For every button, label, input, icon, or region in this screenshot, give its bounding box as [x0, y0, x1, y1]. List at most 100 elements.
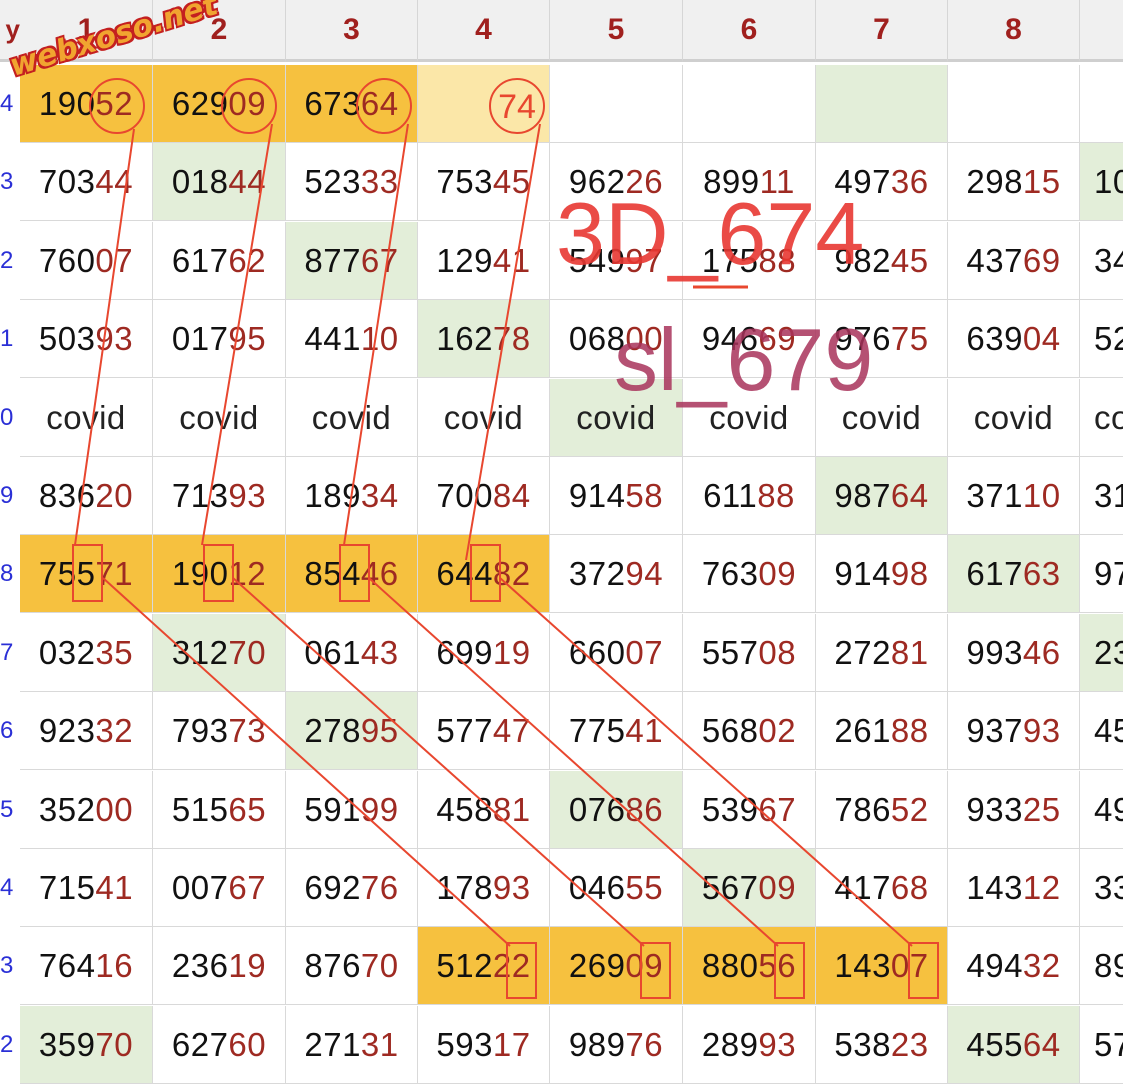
cell-prefix-digits: 57 — [1094, 1025, 1123, 1063]
table-cell: 617 63 — [948, 535, 1080, 613]
cell-prefix-digits: 755 — [38, 554, 96, 592]
cell-last-two-digits: 16 — [95, 946, 134, 984]
column-header[interactable]: 7 — [816, 0, 948, 62]
cell-prefix-digits: 352 — [38, 790, 96, 828]
cell-last-two-digits: 09 — [758, 868, 797, 906]
table-cell: 764 16 — [20, 927, 153, 1005]
table-cell: 703 44 — [20, 143, 153, 221]
cell-last-two-digits: 69 — [1022, 241, 1061, 279]
cell-last-two-digits: 44 — [95, 162, 134, 200]
table-cell: 713 93 — [153, 457, 286, 535]
table-cell: 143 12 — [948, 849, 1080, 927]
cell-last-two-digits: 60 — [228, 1025, 267, 1063]
cell-last-two-digits: 12 — [1022, 868, 1061, 906]
table-cell: 937 93 — [948, 692, 1080, 770]
row-label: 0 — [0, 404, 14, 431]
cell-last-two-digits: 07 — [890, 946, 929, 984]
column-header[interactable]: 3 — [286, 0, 418, 62]
table-cell: 417 68 — [816, 849, 948, 927]
cell-prefix-digits: 923 — [38, 711, 96, 749]
table-cell — [418, 65, 550, 143]
cell-last-two-digits: 67 — [758, 790, 797, 828]
row-label: 2 — [0, 247, 14, 274]
column-header[interactable]: 4 — [418, 0, 550, 62]
table-cell: 178 93 — [418, 849, 550, 927]
cell-prefix-digits: 52 — [1094, 319, 1123, 357]
row-label: 4 — [0, 874, 14, 901]
table-cell — [816, 65, 948, 143]
cell-prefix-digits: 617 — [966, 554, 1023, 592]
table-cell: 018 44 — [153, 143, 286, 221]
cell-prefix-digits: 760 — [38, 241, 96, 279]
cell-last-two-digits: 93 — [228, 476, 267, 514]
cell-prefix-digits: 713 — [171, 476, 229, 514]
column-header[interactable]: 5 — [550, 0, 683, 62]
table-cell — [550, 65, 683, 143]
cell-prefix-digits: 494 — [966, 946, 1023, 984]
cell-prefix-digits: 538 — [834, 1025, 891, 1063]
cell-prefix-digits: 700 — [436, 476, 493, 514]
cell-last-two-digits: 95 — [360, 711, 399, 749]
table-cell: 515 65 — [153, 771, 286, 849]
table-cell — [948, 65, 1080, 143]
cell-last-two-digits: 81 — [492, 790, 531, 828]
cell-prefix-digits: 989 — [568, 1025, 626, 1063]
cell-last-two-digits: 93 — [758, 1025, 797, 1063]
cell-prefix-digits: 937 — [966, 711, 1023, 749]
table-cell: 190 12 — [153, 535, 286, 613]
table-cell: 538 23 — [816, 1006, 948, 1084]
cell-last-two-digits: 52 — [95, 84, 134, 122]
cell-prefix-digits: 236 — [171, 946, 229, 984]
cell-last-two-digits: 88 — [890, 711, 929, 749]
cell-prefix-digits: 753 — [436, 162, 493, 200]
table-cell: 236 19 — [153, 927, 286, 1005]
table-cell: 298 15 — [948, 143, 1080, 221]
cell-last-two-digits: 52 — [890, 790, 929, 828]
cell-last-two-digits: 31 — [360, 1025, 399, 1063]
column-header[interactable]: 8 — [948, 0, 1080, 62]
cell-prefix-digits: 458 — [436, 790, 493, 828]
cell-prefix-digits: 854 — [304, 554, 361, 592]
table-cell: 577 47 — [418, 692, 550, 770]
table-cell: 278 95 — [286, 692, 418, 770]
cell-prefix-digits: 33 — [1094, 868, 1123, 906]
cell-last-two-digits: 32 — [95, 711, 134, 749]
cell-last-two-digits: 78 — [492, 319, 531, 357]
annotation-3d: 3D_674 — [556, 184, 865, 283]
cell-last-two-digits: 22 — [492, 946, 531, 984]
cell-prefix-digits: 455 — [966, 1025, 1023, 1063]
cell-prefix-digits: 699 — [436, 633, 493, 671]
cell-last-two-digits: 46 — [360, 554, 399, 592]
cell-prefix-digits: 437 — [966, 241, 1023, 279]
table-cell: 97 — [1080, 535, 1123, 613]
table-cell: 753 45 — [418, 143, 550, 221]
cell-last-two-digits: 95 — [228, 319, 267, 357]
row-label: 7 — [0, 639, 14, 666]
cell-prefix-digits: 89 — [1094, 946, 1123, 984]
cell-prefix-digits: 076 — [568, 790, 626, 828]
table-cell: 441 10 — [286, 300, 418, 378]
cell-prefix-digits: 933 — [966, 790, 1023, 828]
cell-prefix-digits: 271 — [304, 1025, 361, 1063]
cell-last-two-digits: 58 — [625, 476, 664, 514]
cell-last-two-digits: 25 — [1022, 790, 1061, 828]
cell-last-two-digits: 41 — [492, 241, 531, 279]
table-cell: 503 93 — [20, 300, 153, 378]
table-cell: 046 55 — [550, 849, 683, 927]
cell-last-two-digits: 84 — [492, 476, 531, 514]
column-header[interactable]: 6 — [683, 0, 816, 62]
table-cell: 89 — [1080, 927, 1123, 1005]
table-cell: 007 67 — [153, 849, 286, 927]
table-cell: 933 25 — [948, 771, 1080, 849]
table-cell: 539 67 — [683, 771, 816, 849]
column-header[interactable] — [1080, 0, 1123, 62]
cell-prefix-digits: 567 — [701, 868, 759, 906]
table-cell: 611 88 — [683, 457, 816, 535]
row-label: 1 — [0, 325, 14, 352]
table-cell: 032 35 — [20, 614, 153, 692]
cell-last-two-digits: 70 — [95, 1025, 134, 1063]
table-cell: 715 41 — [20, 849, 153, 927]
table-cell — [683, 65, 816, 143]
cell-prefix-digits: 017 — [171, 319, 229, 357]
cell-prefix-digits: 577 — [436, 711, 493, 749]
